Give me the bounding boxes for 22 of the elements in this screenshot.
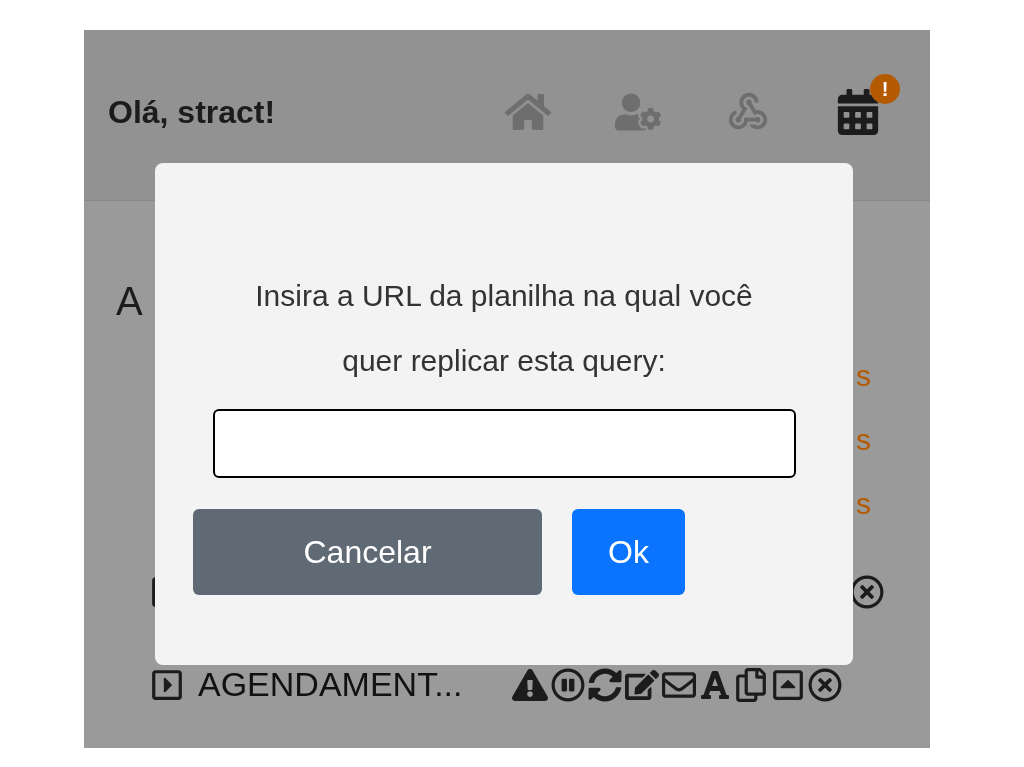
pause-icon[interactable] [551, 667, 585, 702]
schedule-name: AGENDAMENT... [198, 664, 464, 705]
link[interactable]: s [856, 489, 871, 519]
warning-icon[interactable] [512, 666, 548, 703]
sync-icon[interactable] [588, 667, 622, 702]
page-heading: A [116, 278, 143, 325]
greeting: Olá, stract! [108, 93, 276, 132]
play-icon[interactable] [150, 667, 184, 702]
edit-icon[interactable] [625, 667, 659, 702]
dialog-message: Insira a URL da planilha na qual você quer replicar esta query: [254, 278, 754, 379]
font-icon[interactable] [699, 668, 731, 701]
close-icon[interactable] [850, 575, 884, 609]
close-icon[interactable] [808, 667, 842, 702]
link[interactable]: s [856, 361, 871, 391]
copy-icon[interactable] [734, 667, 768, 702]
calendar-icon[interactable] [835, 89, 881, 135]
link[interactable]: s [856, 425, 871, 455]
caret-up-icon[interactable] [771, 667, 805, 702]
alert-badge: ! [870, 74, 900, 104]
cancel-button[interactable]: Cancelar [193, 509, 542, 595]
ok-button[interactable]: Ok [572, 509, 685, 595]
url-input-field[interactable] [212, 409, 796, 478]
